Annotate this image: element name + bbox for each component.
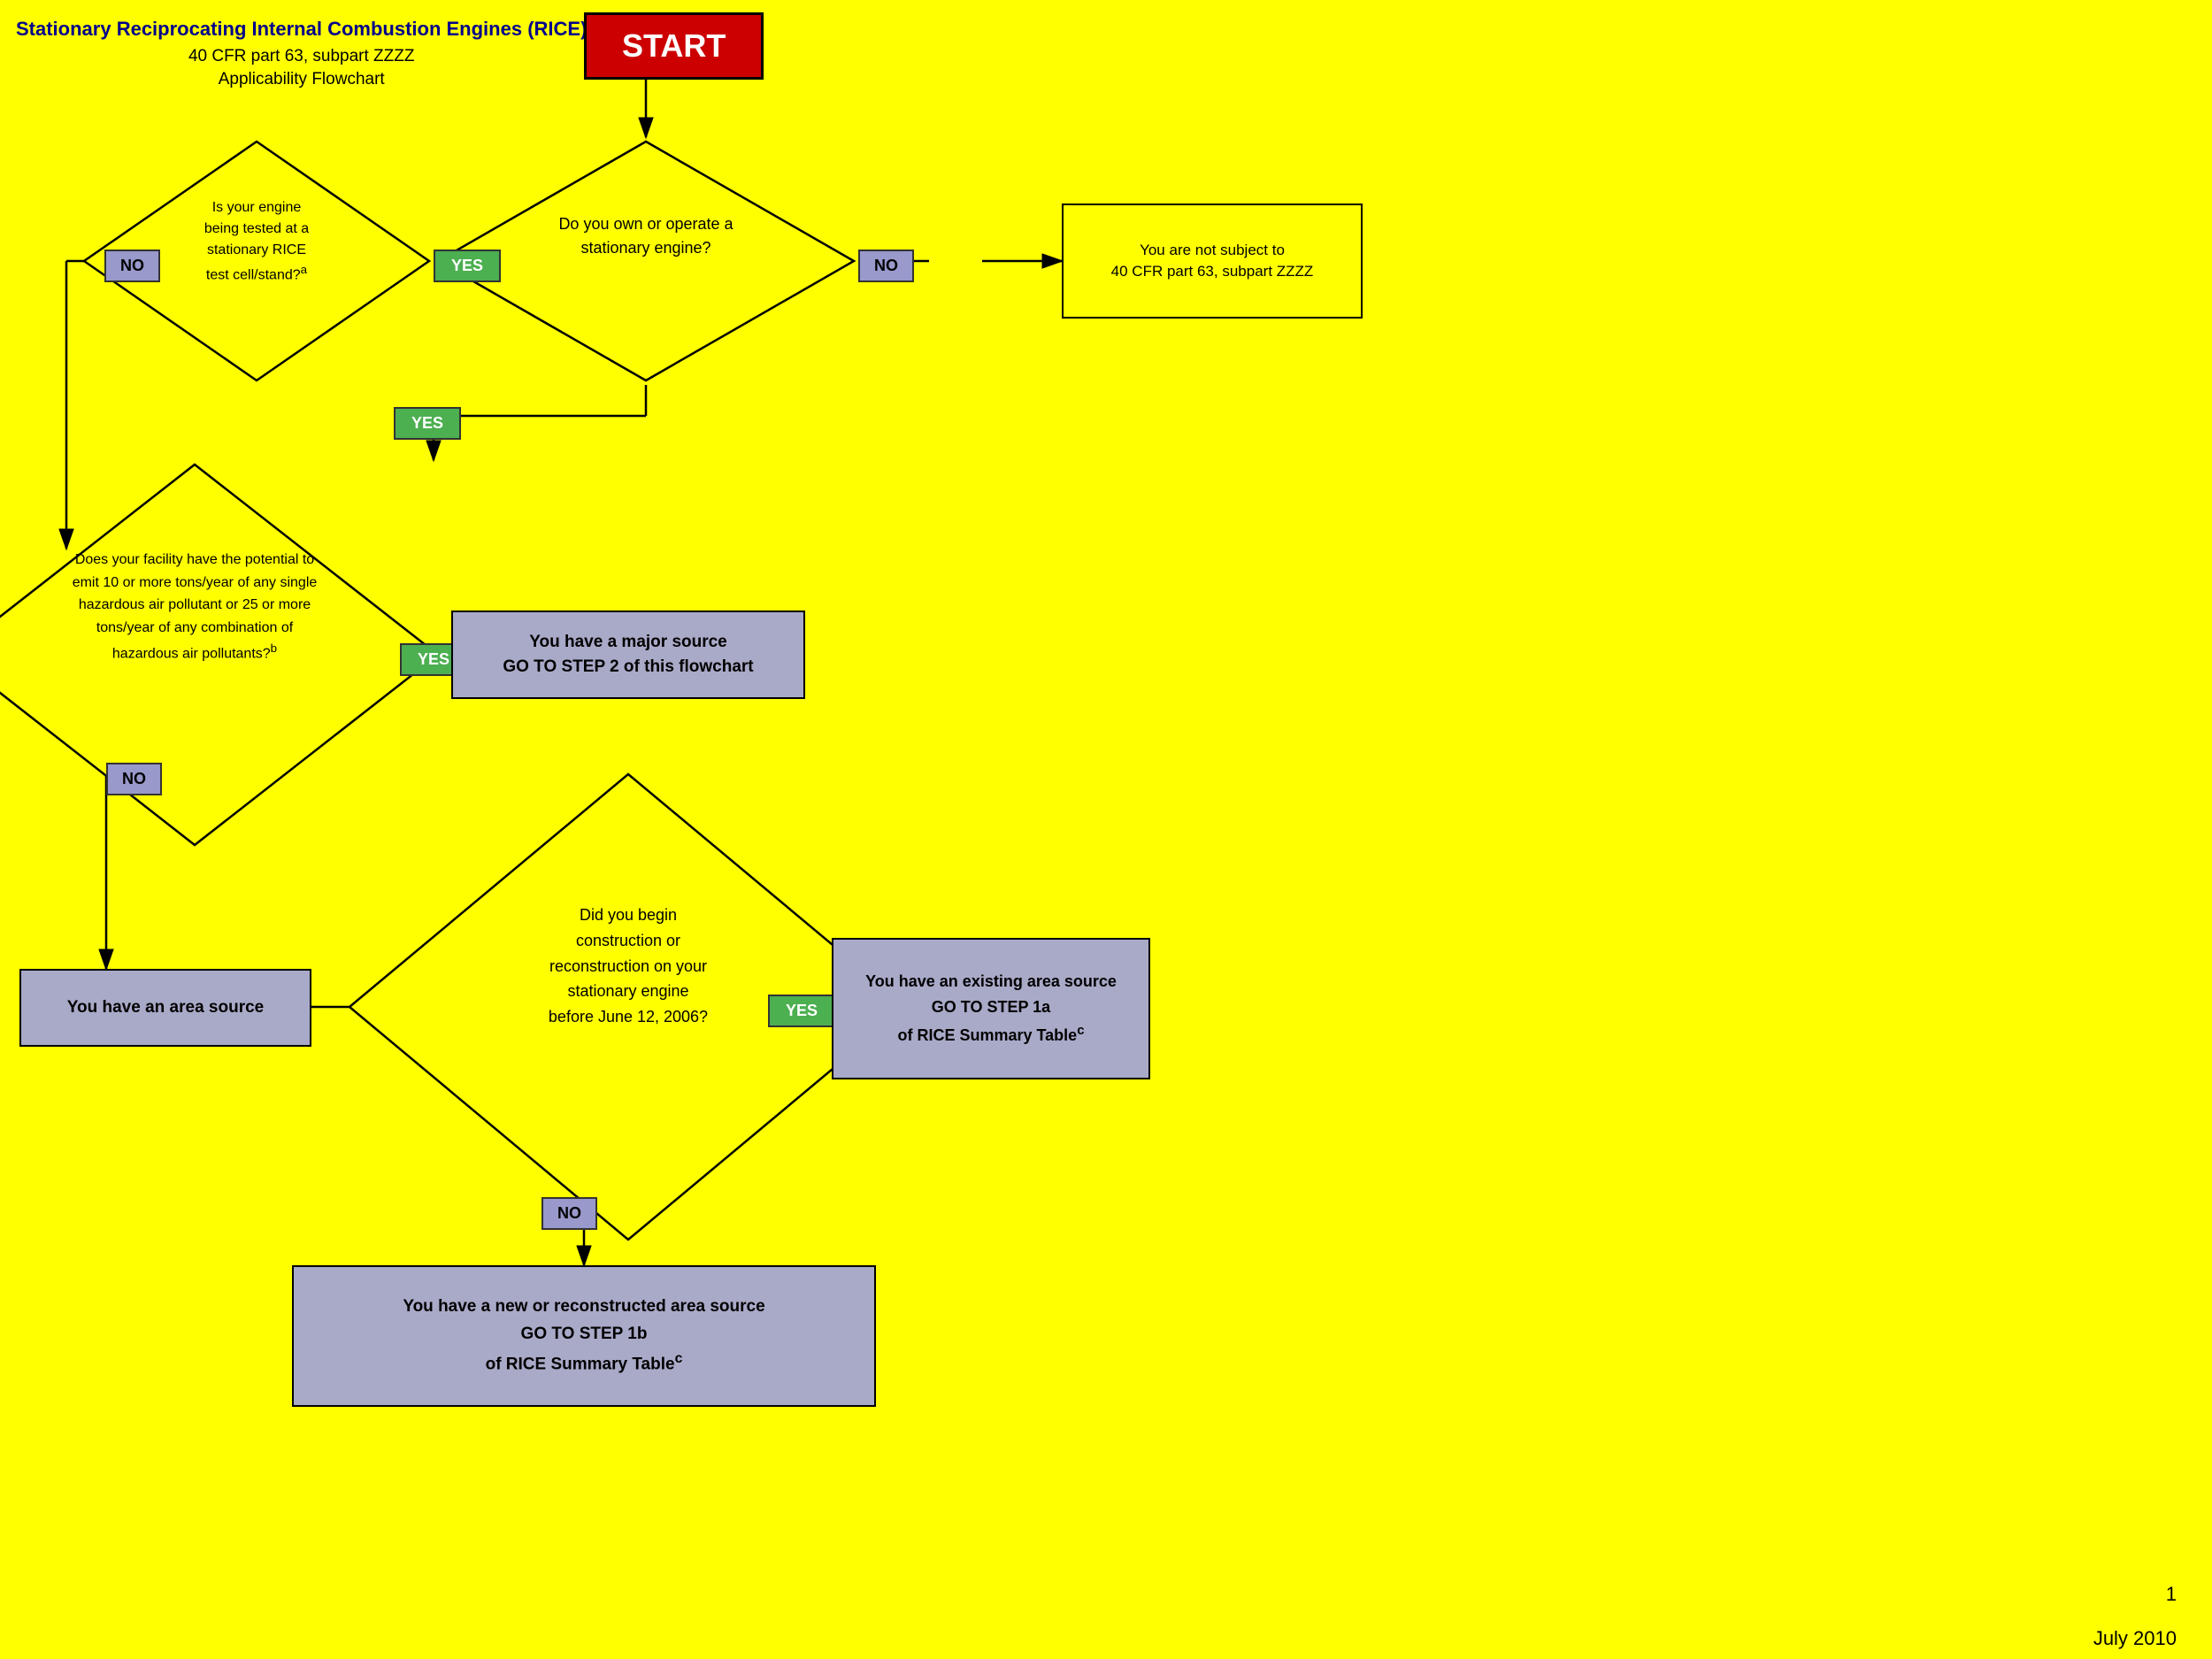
d3-text: Does your facility have the potential to… [0,549,389,665]
no-connector-d3: NO [106,763,162,795]
page-number: 1 [2166,1583,2177,1606]
date-footer: July 2010 [2093,1627,2177,1650]
new-area-source-box: You have a new or reconstructed area sou… [292,1265,876,1407]
d2-text: Do you own or operate a stationary engin… [522,212,770,260]
no-connector-d2: NO [858,250,914,282]
no-connector-d4: NO [541,1197,597,1230]
area-source-box: You have an area source [19,969,311,1047]
yes-connector-d2-below: YES [394,407,461,440]
existing-area-source-box: You have an existing area sourceGO TO ST… [832,938,1150,1079]
yes-connector-d1-d2: YES [434,250,501,282]
not-subject-box: You are not subject to40 CFR part 63, su… [1062,204,1363,319]
page-title: Stationary Reciprocating Internal Combus… [16,16,587,92]
yes-connector-d4: YES [768,995,835,1027]
no-connector-d1: NO [104,250,160,282]
major-source-box: You have a major sourceGO TO STEP 2 of t… [451,611,805,699]
start-button[interactable]: START [584,12,764,80]
d1-text: Is your enginebeing tested at astationar… [142,197,372,286]
d4-text: Did you beginconstruction orreconstructi… [442,902,814,1030]
